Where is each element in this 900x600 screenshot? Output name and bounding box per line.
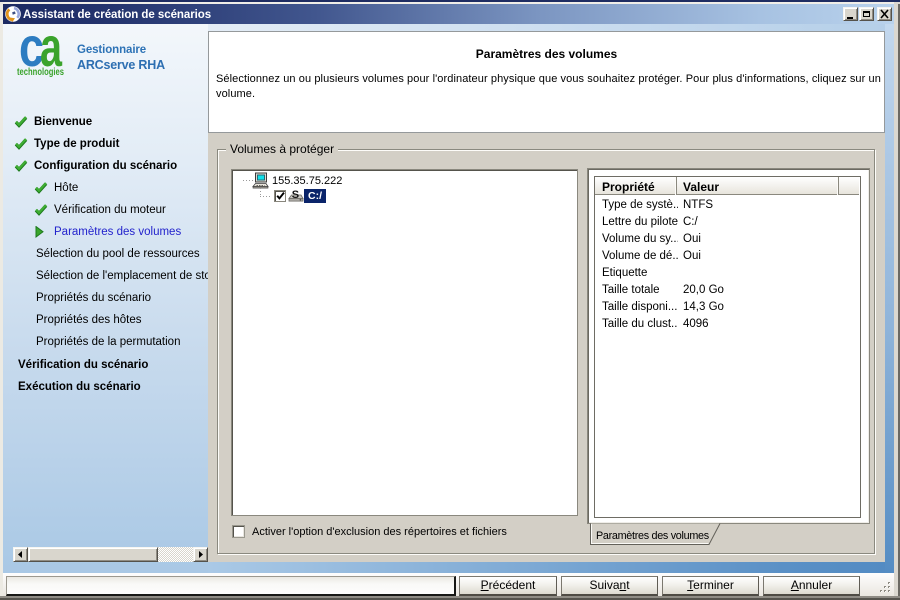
svg-text:technologies: technologies bbox=[17, 67, 64, 78]
svg-text:S: S bbox=[292, 189, 299, 201]
